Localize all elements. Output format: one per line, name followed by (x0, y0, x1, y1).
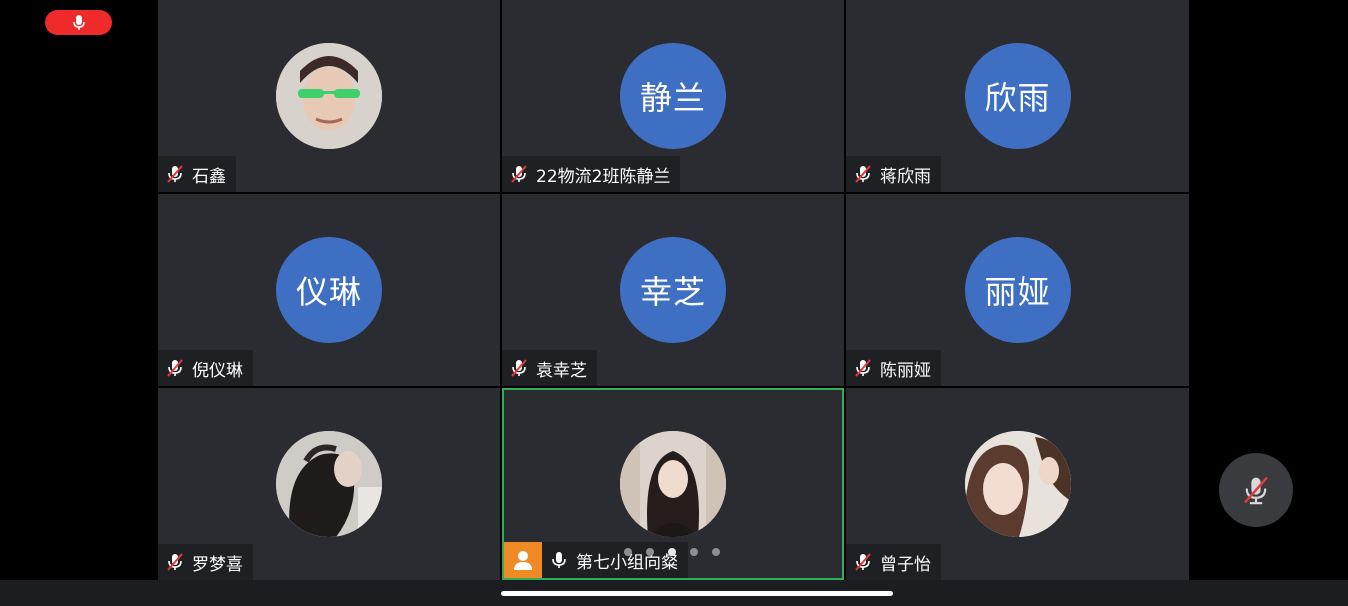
avatar-initials: 欣雨 (984, 79, 1051, 117)
participant-name: 倪仪琳 (192, 360, 243, 381)
avatar-initials: 仪琳 (295, 273, 362, 311)
participant-name: 袁幸芝 (536, 360, 587, 381)
self-mic-toggle-button[interactable] (1219, 453, 1293, 527)
page-indicator[interactable] (624, 548, 720, 556)
mic-muted-icon (511, 359, 527, 377)
participant-name: 曾子怡 (880, 554, 931, 575)
participant-name-tag: 22物流2班陈静兰 (502, 156, 681, 192)
home-indicator[interactable] (501, 591, 893, 596)
page-dot[interactable] (624, 548, 632, 556)
mic-muted-icon (167, 165, 183, 183)
participant-avatar: 欣雨 (964, 43, 1071, 149)
participant-avatar: 丽娅 (964, 237, 1071, 343)
participant-name-tag: 曾子怡 (846, 544, 941, 580)
participant-avatar: 静兰 (620, 43, 726, 149)
participant-name: 22物流2班陈静兰 (536, 166, 671, 187)
mic-muted-icon (855, 165, 871, 183)
participant-avatar (620, 431, 726, 537)
participant-name: 陈丽娅 (880, 360, 931, 381)
participant-name-tag: 罗梦喜 (158, 544, 253, 580)
participant-name-tag: 袁幸芝 (502, 350, 597, 386)
participant-tile[interactable]: 仪琳 倪仪琳 (158, 194, 500, 386)
participant-tile[interactable]: 幸芝 袁幸芝 (502, 194, 844, 386)
participant-avatar (964, 431, 1071, 537)
mic-muted-icon (167, 553, 183, 571)
mic-muted-icon (1244, 476, 1268, 505)
participant-name-tag: 倪仪琳 (158, 350, 253, 386)
microphone-icon (72, 14, 85, 30)
participant-name: 蒋欣雨 (880, 166, 931, 187)
person-icon (514, 551, 532, 570)
participant-name: 罗梦喜 (192, 554, 243, 575)
avatar-initials: 静兰 (639, 79, 706, 117)
participant-avatar (276, 431, 382, 537)
page-dot-current[interactable] (668, 548, 676, 556)
participant-tile[interactable]: 静兰 22物流2班陈静兰 (502, 0, 844, 192)
mic-muted-icon (511, 165, 527, 183)
recording-indicator[interactable] (45, 10, 112, 35)
mic-muted-icon (167, 359, 183, 377)
mic-muted-icon (855, 553, 871, 571)
participant-tile[interactable]: 欣雨 蒋欣雨 (846, 0, 1189, 192)
page-dot[interactable] (646, 548, 654, 556)
host-badge (504, 542, 542, 578)
participant-name-tag: 蒋欣雨 (846, 156, 941, 192)
microphone-icon (552, 552, 566, 568)
participant-avatar: 仪琳 (276, 237, 382, 343)
avatar-initials: 丽娅 (984, 273, 1051, 311)
page-dot[interactable] (690, 548, 698, 556)
avatar-initials: 幸芝 (639, 273, 706, 311)
participant-tile[interactable]: 石鑫 (158, 0, 500, 192)
participant-name-tag: 石鑫 (158, 156, 236, 192)
participant-grid: 石鑫 静兰 22物流2班陈静兰 欣雨 蒋欣雨 仪琳 倪仪琳 幸芝 袁幸芝 丽娅 … (158, 0, 1189, 580)
participant-tile[interactable]: 丽娅 陈丽娅 (846, 194, 1189, 386)
participant-avatar: 幸芝 (620, 237, 726, 343)
participant-tile[interactable]: 罗梦喜 (158, 388, 500, 580)
participant-name-tag: 陈丽娅 (846, 350, 941, 386)
participant-tile[interactable]: 曾子怡 (846, 388, 1189, 580)
page-dot[interactable] (712, 548, 720, 556)
mic-muted-icon (855, 359, 871, 377)
participant-name: 石鑫 (192, 166, 226, 187)
participant-avatar (276, 43, 382, 149)
